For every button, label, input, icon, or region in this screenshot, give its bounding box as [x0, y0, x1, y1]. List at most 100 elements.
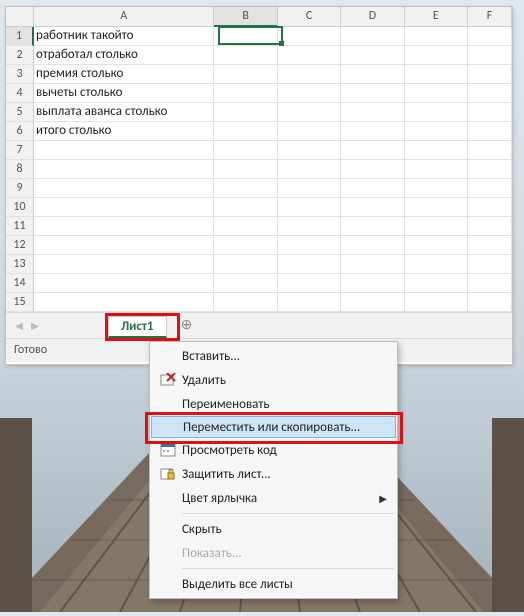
cell-d11[interactable]: [341, 217, 404, 236]
cell-e3[interactable]: [405, 65, 468, 84]
cell-e2[interactable]: [405, 46, 468, 65]
row-header-4[interactable]: 4: [6, 84, 34, 103]
cell-e4[interactable]: [405, 84, 468, 103]
add-sheet-button[interactable]: ⊕: [177, 316, 197, 336]
cell-d4[interactable]: [341, 84, 404, 103]
sheet-nav-prev[interactable]: ◀: [12, 319, 26, 333]
cell-c11[interactable]: [278, 217, 341, 236]
row-header-3[interactable]: 3: [6, 65, 34, 84]
cell-a9[interactable]: [34, 179, 214, 198]
cell-d7[interactable]: [341, 141, 404, 160]
cell-a8[interactable]: [34, 160, 214, 179]
cell-b11[interactable]: [214, 217, 277, 236]
cell-d3[interactable]: [341, 65, 404, 84]
cell-d15[interactable]: [341, 293, 404, 312]
cell-f6[interactable]: [468, 122, 512, 141]
cell-b13[interactable]: [214, 255, 277, 274]
cell-e15[interactable]: [405, 293, 468, 312]
cell-f10[interactable]: [468, 198, 512, 217]
cell-c12[interactable]: [278, 236, 341, 255]
col-header-c[interactable]: C: [278, 7, 341, 27]
cell-e6[interactable]: [405, 122, 468, 141]
cell-e8[interactable]: [405, 160, 468, 179]
cell-d14[interactable]: [341, 274, 404, 293]
cell-c13[interactable]: [278, 255, 341, 274]
cell-a11[interactable]: [34, 217, 214, 236]
cell-e14[interactable]: [405, 274, 468, 293]
row-header-2[interactable]: 2: [6, 46, 34, 65]
cell-f15[interactable]: [468, 293, 512, 312]
cell-e10[interactable]: [405, 198, 468, 217]
cell-b12[interactable]: [214, 236, 277, 255]
cell-a13[interactable]: [34, 255, 214, 274]
cell-c10[interactable]: [278, 198, 341, 217]
cell-a6[interactable]: итого столько: [34, 122, 214, 141]
cell-f7[interactable]: [468, 141, 512, 160]
cell-f13[interactable]: [468, 255, 512, 274]
cell-d13[interactable]: [341, 255, 404, 274]
cell-d5[interactable]: [341, 103, 404, 122]
cell-a7[interactable]: [34, 141, 214, 160]
row-header-6[interactable]: 6: [6, 122, 34, 141]
cell-f1[interactable]: [468, 27, 512, 46]
row-header-5[interactable]: 5: [6, 103, 34, 122]
menu-select-all-sheets[interactable]: Выделить все листы: [150, 572, 397, 596]
cell-b2[interactable]: [214, 46, 277, 65]
cell-b1[interactable]: [214, 27, 277, 46]
sheet-nav-next[interactable]: ▶: [28, 319, 42, 333]
cell-f14[interactable]: [468, 274, 512, 293]
menu-move-or-copy[interactable]: Переместить или скопировать...: [151, 416, 396, 438]
cell-f11[interactable]: [468, 217, 512, 236]
menu-hide[interactable]: Скрыть: [150, 517, 397, 541]
menu-protect-sheet[interactable]: Защитить лист...: [150, 462, 397, 486]
cell-a10[interactable]: [34, 198, 214, 217]
cell-f4[interactable]: [468, 84, 512, 103]
cell-b7[interactable]: [214, 141, 277, 160]
cell-d10[interactable]: [341, 198, 404, 217]
row-header-1[interactable]: 1: [6, 27, 34, 46]
cell-e5[interactable]: [405, 103, 468, 122]
cell-f5[interactable]: [468, 103, 512, 122]
menu-rename[interactable]: Переименовать: [150, 392, 397, 416]
row-header-7[interactable]: 7: [6, 141, 34, 160]
cell-c1[interactable]: [278, 27, 341, 46]
cell-e13[interactable]: [405, 255, 468, 274]
col-header-a[interactable]: A: [34, 7, 214, 27]
col-header-f[interactable]: F: [468, 7, 512, 27]
sheet-tab-list1[interactable]: Лист1: [108, 316, 167, 338]
cell-e7[interactable]: [405, 141, 468, 160]
cell-b8[interactable]: [214, 160, 277, 179]
col-header-e[interactable]: E: [405, 7, 468, 27]
cell-e1[interactable]: [405, 27, 468, 46]
cell-c7[interactable]: [278, 141, 341, 160]
cell-c6[interactable]: [278, 122, 341, 141]
cell-c5[interactable]: [278, 103, 341, 122]
cell-d1[interactable]: [341, 27, 404, 46]
cell-b6[interactable]: [214, 122, 277, 141]
cell-e9[interactable]: [405, 179, 468, 198]
cell-d8[interactable]: [341, 160, 404, 179]
cell-f9[interactable]: [468, 179, 512, 198]
cell-f2[interactable]: [468, 46, 512, 65]
col-header-b[interactable]: B: [214, 7, 277, 27]
cell-b5[interactable]: [214, 103, 277, 122]
cell-f3[interactable]: [468, 65, 512, 84]
cell-c9[interactable]: [278, 179, 341, 198]
row-header-8[interactable]: 8: [6, 160, 34, 179]
cell-c15[interactable]: [278, 293, 341, 312]
cell-d6[interactable]: [341, 122, 404, 141]
cell-e11[interactable]: [405, 217, 468, 236]
cell-f8[interactable]: [468, 160, 512, 179]
cell-b15[interactable]: [214, 293, 277, 312]
cell-d2[interactable]: [341, 46, 404, 65]
menu-tab-color[interactable]: Цвет ярлычка ▶: [150, 486, 397, 510]
cell-c8[interactable]: [278, 160, 341, 179]
row-header-15[interactable]: 15: [6, 293, 34, 312]
row-header-14[interactable]: 14: [6, 274, 34, 293]
col-header-d[interactable]: D: [341, 7, 404, 27]
cell-a15[interactable]: [34, 293, 214, 312]
cell-c14[interactable]: [278, 274, 341, 293]
cell-b3[interactable]: [214, 65, 277, 84]
menu-view-code[interactable]: Просмотреть код: [150, 438, 397, 462]
row-header-10[interactable]: 10: [6, 198, 34, 217]
